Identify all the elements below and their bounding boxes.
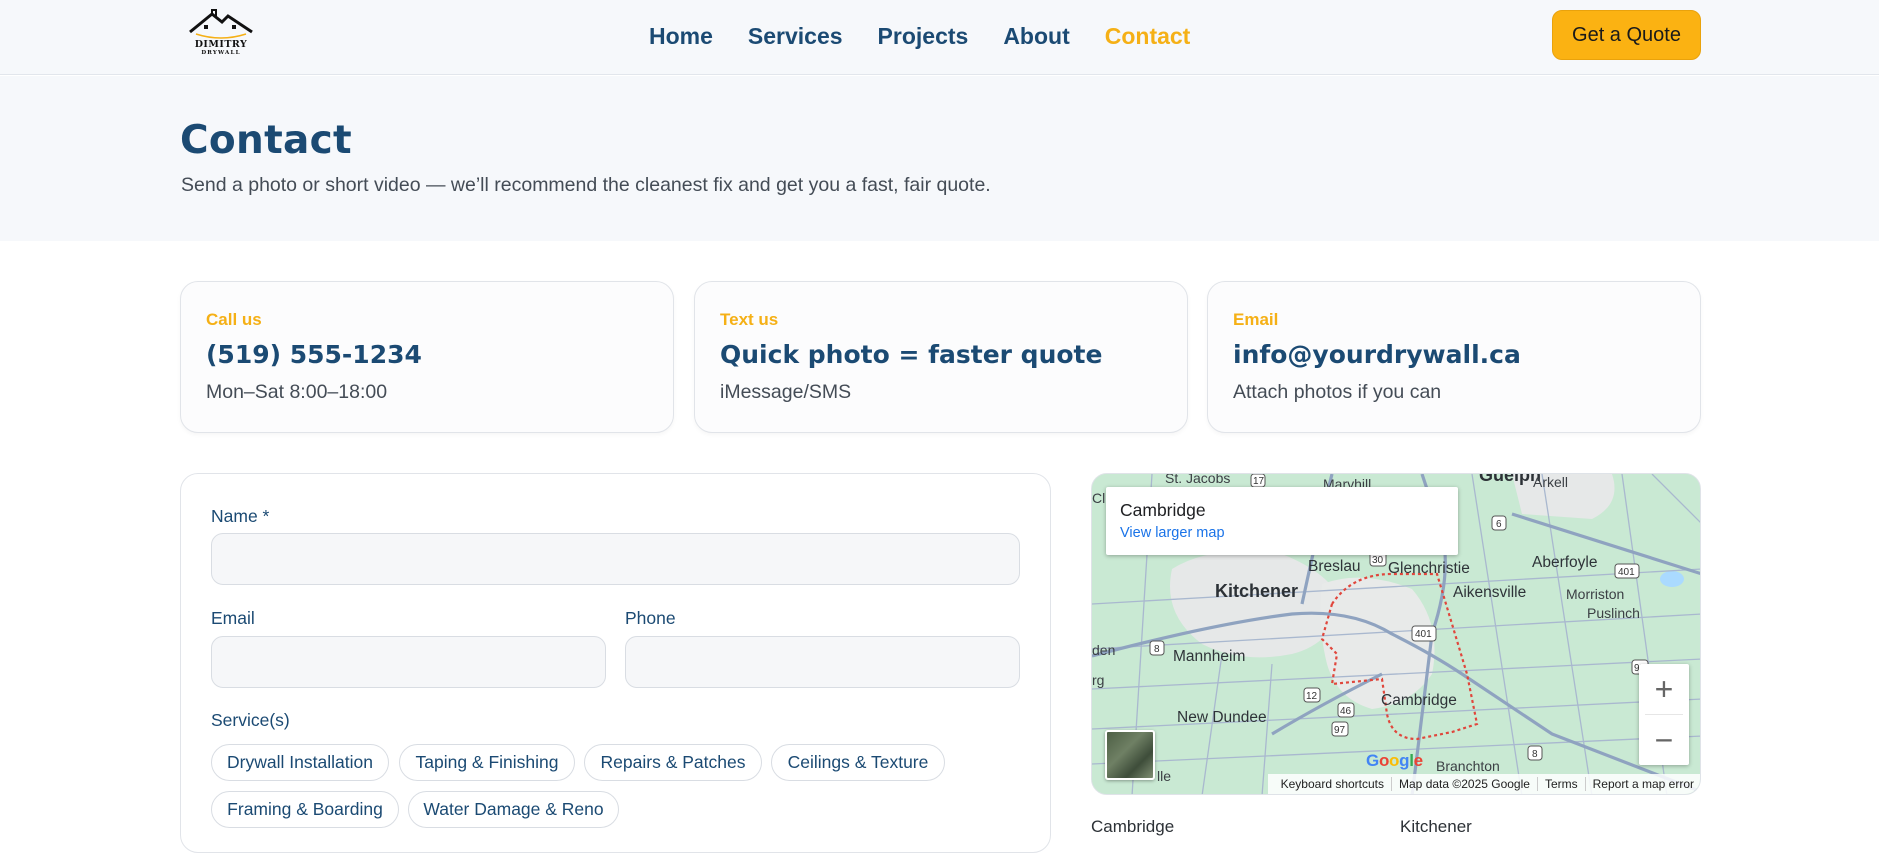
card-sub: Mon–Sat 8:00–18:00 — [206, 381, 388, 403]
map-label-arkell: Arkell — [1533, 474, 1569, 490]
svg-text:6: 6 — [1496, 519, 1502, 530]
nav-about[interactable]: About — [1003, 20, 1069, 52]
nav-projects[interactable]: Projects — [878, 20, 969, 52]
map-label-edge-lle: lle — [1157, 768, 1172, 784]
email-card[interactable]: Email info@yourdrywall.ca Attach photos … — [1207, 281, 1701, 433]
map-label-aikensville: Aikensville — [1453, 584, 1527, 601]
map-label-guelph: Guelph — [1479, 473, 1541, 485]
logo[interactable]: DIMITRY DRYWALL — [182, 8, 260, 64]
email-address[interactable]: info@yourdrywall.ca — [1233, 340, 1521, 369]
svg-text:30: 30 — [1372, 555, 1384, 566]
map-attribution-bar: Keyboard shortcuts Map data ©2025 Google… — [1267, 774, 1700, 794]
service-chip-drywall-installation[interactable]: Drywall Installation — [211, 744, 389, 781]
logo-line1: DIMITRY — [194, 39, 248, 50]
text-card[interactable]: Text us Quick photo = faster quote iMess… — [694, 281, 1188, 433]
map-label-breslau: Breslau — [1308, 558, 1361, 575]
service-chip-taping-finishing[interactable]: Taping & Finishing — [399, 744, 575, 781]
hero-section: Contact Send a photo or short video — we… — [0, 76, 1879, 241]
map-zoom-controls: + − — [1639, 664, 1689, 765]
page-subtitle: Send a photo or short video — we’ll reco… — [181, 174, 991, 196]
google-logo: Google — [1366, 751, 1423, 770]
svg-text:46: 46 — [1340, 706, 1352, 717]
map-place-title: Cambridge — [1120, 500, 1206, 520]
nav-contact[interactable]: Contact — [1105, 20, 1191, 52]
view-larger-map-link[interactable]: View larger map — [1120, 525, 1225, 541]
service-chip-ceilings-texture[interactable]: Ceilings & Texture — [771, 744, 945, 781]
text-headline[interactable]: Quick photo = faster quote — [720, 340, 1102, 369]
phone-field[interactable] — [625, 636, 1020, 688]
nav-services[interactable]: Services — [748, 20, 843, 52]
phone-number[interactable]: (519) 555-1234 — [206, 340, 422, 369]
location-cambridge: Cambridge — [1091, 817, 1175, 836]
page-title: Contact — [180, 118, 353, 163]
keyboard-shortcuts-link[interactable]: Keyboard shortcuts — [1274, 777, 1393, 791]
map-label-edge-cl: Cl — [1092, 490, 1106, 506]
service-chip-repairs-patches[interactable]: Repairs & Patches — [584, 744, 762, 781]
map-label-kitchener: Kitchener — [1215, 581, 1299, 601]
map-label-puslinch: Puslinch — [1587, 605, 1640, 621]
svg-text:8: 8 — [1532, 749, 1538, 760]
zoom-in-button[interactable]: + — [1639, 664, 1689, 714]
call-card[interactable]: Call us (519) 555-1234 Mon–Sat 8:00–18:0… — [180, 281, 674, 433]
card-sub: iMessage/SMS — [720, 381, 852, 403]
card-sub: Attach photos if you can — [1233, 381, 1442, 403]
services-label: Service(s) — [211, 710, 290, 730]
nav-home[interactable]: Home — [649, 20, 713, 52]
svg-text:97: 97 — [1334, 725, 1346, 736]
map-info-card: Cambridge View larger map — [1106, 487, 1458, 555]
map-label-glenchristie: Glenchristie — [1388, 560, 1470, 577]
report-map-error-link[interactable]: Report a map error — [1586, 777, 1694, 791]
satellite-toggle-thumbnail[interactable] — [1105, 730, 1155, 780]
map-label-edge-den: den — [1092, 642, 1116, 658]
map-label-new-dundee: New Dundee — [1177, 709, 1267, 726]
house-roof-icon — [189, 9, 253, 39]
map-label-cambridge: Cambridge — [1381, 692, 1457, 709]
email-label: Email — [211, 608, 255, 628]
map-label-st-jacobs: St. Jacobs — [1165, 473, 1231, 486]
name-label: Name * — [211, 506, 270, 526]
card-kicker: Call us — [206, 310, 262, 329]
svg-text:401: 401 — [1415, 629, 1432, 640]
map-label-aberfoyle: Aberfoyle — [1532, 554, 1598, 571]
map-label-morriston: Morriston — [1566, 586, 1625, 602]
card-kicker: Email — [1233, 310, 1279, 329]
main-nav: Home Services Projects About Contact — [649, 20, 1225, 52]
zoom-out-button[interactable]: − — [1639, 715, 1689, 765]
phone-label: Phone — [625, 608, 676, 628]
map-label-edge-rg: rg — [1092, 672, 1105, 688]
map-label-branchton: Branchton — [1436, 758, 1500, 774]
svg-text:401: 401 — [1618, 567, 1635, 578]
card-kicker: Text us — [720, 310, 779, 329]
location-kitchener: Kitchener — [1400, 817, 1472, 836]
logo-line2: DRYWALL — [201, 49, 241, 56]
map-label-mannheim: Mannheim — [1173, 648, 1246, 665]
map-data-credit: Map data ©2025 Google — [1392, 777, 1538, 791]
site-header: DIMITRY DRYWALL Home Services Projects A… — [0, 0, 1879, 75]
embedded-map[interactable]: 17 6 30 401 401 8 12 46 97 8 97 St. Jaco… — [1091, 473, 1701, 795]
svg-text:12: 12 — [1306, 691, 1318, 702]
svg-text:8: 8 — [1154, 644, 1160, 655]
name-field[interactable] — [211, 533, 1020, 585]
get-quote-button[interactable]: Get a Quote — [1552, 10, 1701, 60]
service-chip-water-damage-reno[interactable]: Water Damage & Reno — [408, 791, 619, 828]
svg-text:17: 17 — [1253, 476, 1265, 487]
service-chip-framing-boarding[interactable]: Framing & Boarding — [211, 791, 399, 828]
terms-link[interactable]: Terms — [1538, 777, 1586, 791]
email-field[interactable] — [211, 636, 606, 688]
